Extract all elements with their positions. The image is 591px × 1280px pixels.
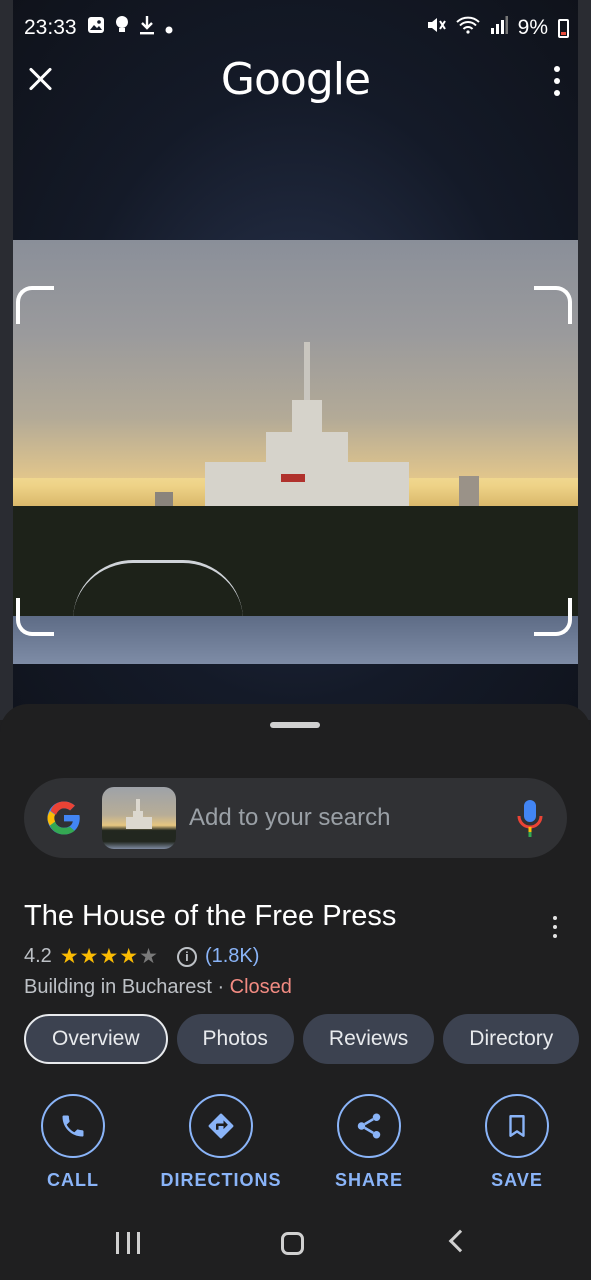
star-rating: ★★★★★ [59,945,159,968]
save-button[interactable]: SAVE [452,1094,582,1191]
tab-reviews[interactable]: Reviews [302,1014,435,1064]
place-category-row: Building in Bucharest · Closed [24,976,292,999]
place-more-options-button[interactable] [551,916,559,938]
directions-button[interactable]: DIRECTIONS [156,1094,286,1191]
system-nav-bar [0,1216,591,1280]
call-button[interactable]: CALL [8,1094,138,1191]
download-icon [139,15,155,41]
search-input[interactable]: Add to your search [189,778,390,858]
gallery-icon [87,16,105,40]
notification-dot-icon [165,16,173,40]
directions-icon [189,1094,253,1158]
open-status: Closed [229,976,292,998]
microphone-icon[interactable] [515,798,545,838]
viewer-edge-right [578,0,591,720]
wifi-icon [455,16,480,40]
status-bar: 23:33 9% [0,0,591,56]
separator: · [211,976,230,998]
crop-handle-top-right[interactable] [534,286,572,324]
share-button[interactable]: SHARE [304,1094,434,1191]
place-category: Building in Bucharest [24,976,212,998]
clock: 23:33 [24,16,77,39]
share-label: SHARE [334,1170,403,1190]
call-label: CALL [47,1170,99,1190]
rating-value: 4.2 [24,945,52,967]
back-button[interactable] [448,1229,472,1253]
tab-overview[interactable]: Overview [24,1014,168,1064]
google-g-icon [46,800,82,836]
lens-top-bar: Google [0,54,591,105]
sheet-drag-handle[interactable] [270,722,320,728]
save-label: SAVE [491,1170,543,1190]
search-image-thumbnail[interactable] [102,787,176,849]
place-tabs: Overview Photos Reviews Directory [24,1014,580,1064]
home-button[interactable] [281,1232,304,1255]
more-options-button[interactable] [553,66,561,96]
tab-photos[interactable]: Photos [176,1014,294,1064]
info-icon[interactable]: i [176,946,197,967]
bulb-icon [115,15,129,41]
battery-icon [558,18,569,38]
captured-photo [13,240,578,664]
share-icon [337,1094,401,1158]
phone-icon [41,1094,105,1158]
crop-handle-top-left[interactable] [16,286,54,324]
viewer-edge-left [0,0,13,720]
review-count-link[interactable]: (1.8K) [205,945,259,968]
rating-row: 4.2 ★★★★★ i (1.8K) [24,944,259,969]
place-title: The House of the Free Press [24,900,397,932]
crop-handle-bottom-right[interactable] [534,598,572,636]
results-sheet: Add to your search The House of the Free… [0,704,591,1280]
search-bar[interactable]: Add to your search [24,778,567,858]
signal-icon [490,16,508,40]
google-logo: Google [220,54,371,105]
crop-handle-bottom-left[interactable] [16,598,54,636]
bookmark-icon [485,1094,549,1158]
tab-directory[interactable]: Directory [443,1014,580,1064]
battery-percent: 9% [517,16,548,39]
mute-icon [426,16,446,40]
action-buttons: CALL DIRECTIONS SHARE SAVE [0,1094,591,1194]
lens-viewer: 23:33 9% Google [0,0,591,720]
recent-apps-button[interactable] [116,1232,140,1254]
directions-label: DIRECTIONS [160,1170,282,1190]
